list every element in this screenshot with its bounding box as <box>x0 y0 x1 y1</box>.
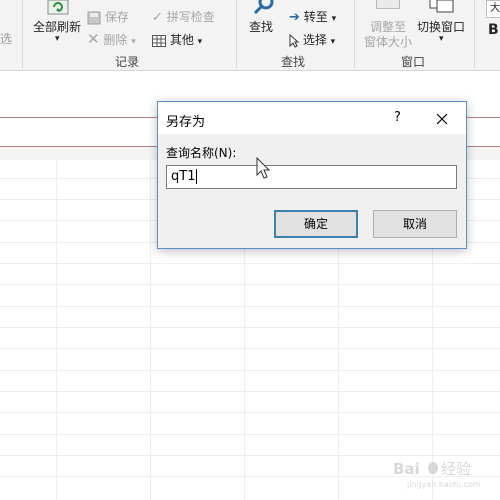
refresh-all-button[interactable]: 全部刷新 ▾ <box>33 0 83 50</box>
group-separator <box>236 0 237 68</box>
find-button[interactable]: 查找 <box>249 0 279 40</box>
help-button[interactable]: ? <box>394 110 401 125</box>
group-separator <box>354 0 355 68</box>
goto-label: 转至 <box>303 10 328 24</box>
switch-windows-icon <box>429 0 454 13</box>
group-label-records: 记录 <box>115 55 140 69</box>
other-button[interactable]: 其他 ▾ <box>152 31 202 48</box>
other-label: 其他 <box>169 33 194 47</box>
partial-right-button[interactable]: 大 <box>486 0 500 18</box>
grid-line <box>0 412 500 413</box>
spell-check-label: 拼写检查 <box>166 10 215 24</box>
delete-button[interactable]: ✕ 删除 ▾ <box>87 30 136 48</box>
grid-line <box>0 434 500 435</box>
switch-windows-button[interactable]: 切换窗口 ▾ <box>417 0 469 50</box>
grid-line <box>0 348 500 349</box>
delete-label: 删除 <box>103 33 128 47</box>
grid-line <box>0 327 500 328</box>
group-label-window: 窗口 <box>401 55 426 69</box>
ribbon-partial-label: 选 <box>0 32 13 46</box>
ok-button[interactable]: 确定 <box>274 210 358 238</box>
select-label: 选择 <box>302 33 327 47</box>
save-label: 保存 <box>104 10 129 24</box>
refresh-all-label: 全部刷新 <box>33 20 82 34</box>
chevron-down-icon: ▾ <box>439 34 444 44</box>
magnifier-icon <box>253 0 274 14</box>
grid-line <box>0 263 500 264</box>
watermark-brand-prefix: Bai <box>393 460 420 478</box>
arrow-right-icon: ➔ <box>289 10 300 25</box>
grid-line <box>0 306 500 307</box>
find-label: 查找 <box>249 20 274 34</box>
spell-check-icon: ✓ <box>152 10 163 25</box>
query-name-input[interactable]: qT1 <box>166 165 457 189</box>
window-resize-icon <box>376 0 400 9</box>
cancel-button[interactable]: 取消 <box>373 210 457 238</box>
mouse-cursor-icon <box>256 157 271 179</box>
grid-column-line <box>56 160 57 500</box>
group-separator <box>474 0 475 68</box>
watermark-brand-suffix: 经验 <box>441 460 471 478</box>
chevron-down-icon: ▾ <box>331 14 337 24</box>
refresh-icon <box>47 0 69 15</box>
save-button[interactable]: 保存 <box>87 8 129 25</box>
group-label-find: 查找 <box>281 55 306 69</box>
save-icon <box>87 11 101 24</box>
close-icon[interactable] <box>430 109 454 129</box>
grid-line <box>0 284 500 285</box>
chevron-down-icon: ▾ <box>131 37 136 47</box>
table-icon <box>152 34 166 47</box>
size-to-fit-label-line2: 窗体大小 <box>364 35 413 49</box>
ribbon: 选 全部刷新 ▾ 保存 ✕ 删除 ▾ ✓ 拼写检查 其他 ▾ 记录 查找 ➔ 转… <box>0 0 500 71</box>
group-separator <box>22 0 23 68</box>
grid-column-line <box>150 160 151 500</box>
partial-right-label: 大 <box>490 3 500 14</box>
goto-button[interactable]: ➔ 转至 ▾ <box>289 8 336 25</box>
grid-line <box>0 370 500 371</box>
pointer-icon <box>289 33 299 48</box>
dialog-title-bar[interactable]: 另存为 ? <box>158 102 466 134</box>
size-to-fit-form-button[interactable]: 调整至 窗体大小 <box>364 0 414 50</box>
bold-icon[interactable]: B <box>488 22 499 38</box>
spell-check-button[interactable]: ✓ 拼写检查 <box>152 8 215 25</box>
text-caret <box>196 169 198 184</box>
chevron-down-icon: ▾ <box>330 37 336 47</box>
baidu-logo-icon: Bai 经验 jingyan.baidu.com <box>393 460 481 489</box>
delete-icon: ✕ <box>87 30 100 48</box>
dialog-title: 另存为 <box>166 115 206 130</box>
chevron-down-icon: ▾ <box>55 34 60 44</box>
save-as-dialog: 另存为 ? 查询名称(N): qT1 确定 取消 <box>157 101 467 249</box>
baidu-watermark: Bai 经验 jingyan.baidu.com <box>393 456 493 495</box>
chevron-down-icon: ▾ <box>197 37 203 47</box>
switch-windows-label: 切换窗口 <box>417 20 466 34</box>
query-name-value: qT1 <box>171 169 196 184</box>
watermark-url: jingyan.baidu.com <box>406 480 481 489</box>
grid-line <box>0 391 500 392</box>
select-button[interactable]: 选择 ▾ <box>289 31 335 48</box>
query-name-label: 查询名称(N): <box>166 146 237 160</box>
